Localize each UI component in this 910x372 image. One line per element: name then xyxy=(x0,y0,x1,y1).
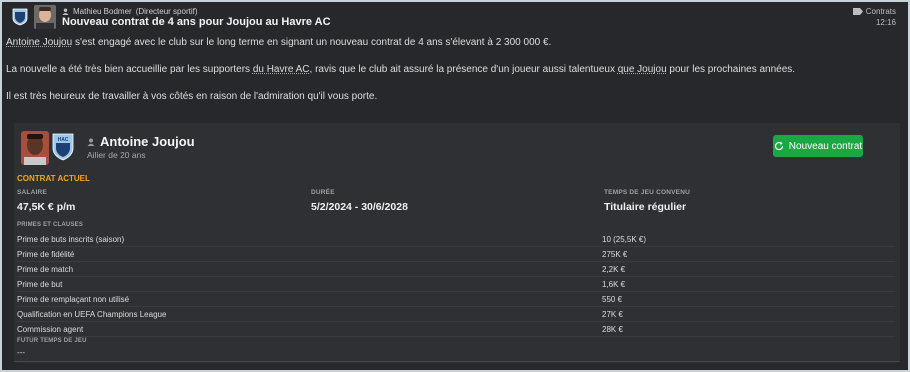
person-icon xyxy=(87,138,95,146)
table-row: Commission agent 28K € xyxy=(17,322,895,337)
table-row: Prime de buts inscrits (saison) 10 (25,5K… xyxy=(17,232,895,247)
table-row: Prime de remplaçant non utilisé 550 € xyxy=(17,292,895,307)
bonus-name: Qualification en UEFA Champions League xyxy=(17,309,167,319)
bonus-name: Commission agent xyxy=(17,324,84,334)
category-label: Contrats xyxy=(865,7,896,16)
bonuses-label: PRIMES ET CLAUSES xyxy=(17,222,84,228)
bonus-value: 550 € xyxy=(602,294,623,304)
p2-a: La nouvelle a été très bien accueillie p… xyxy=(6,64,253,75)
club-link[interactable]: du Havre AC xyxy=(253,64,310,75)
playtime-label: TEMPS DE JEU CONVENU xyxy=(604,189,690,196)
bonus-value: 28K € xyxy=(602,324,623,334)
player-row: HAC Antoine Joujou Ailier de 20 ans Nouv… xyxy=(14,123,900,173)
sender-role: (Directeur sportif) xyxy=(135,7,198,16)
duration-label: DURÉE xyxy=(311,189,335,196)
person-icon xyxy=(62,8,69,15)
message-subject: Nouveau contrat de 4 ans pour Joujou au … xyxy=(62,16,331,28)
paragraph-1: Antoine Joujou s'est engagé avec le club… xyxy=(6,36,896,49)
table-row: Prime de fidélité 275K € xyxy=(17,247,895,262)
new-contract-button[interactable]: Nouveau contrat xyxy=(773,135,863,157)
paragraph-3: Il est très heureux de travailler à vos … xyxy=(6,91,378,102)
current-contract-title: CONTRAT ACTUEL xyxy=(17,174,90,183)
table-row: Qualification en UEFA Champions League 27… xyxy=(17,307,895,322)
message-category[interactable]: Contrats xyxy=(852,7,896,16)
player-link-2[interactable]: que Joujou xyxy=(618,64,667,75)
player-position-age: Ailier de 20 ans xyxy=(87,150,146,160)
table-row: Prime de match 2,2K € xyxy=(17,262,895,277)
bonus-name: Prime de but xyxy=(17,279,63,289)
salary-label: SALAIRE xyxy=(17,189,47,196)
player-name-line: Antoine Joujou xyxy=(87,134,195,149)
message-body: Antoine Joujou s'est engagé avec le club… xyxy=(6,36,896,117)
bonus-value: 2,2K € xyxy=(602,264,626,274)
paragraph-2: La nouvelle a été très bien accueillie p… xyxy=(6,63,896,76)
divider xyxy=(14,361,900,362)
bonus-name: Prime de match xyxy=(17,264,74,274)
bonuses-table: Prime de buts inscrits (saison) 10 (25,5K… xyxy=(17,232,895,337)
sender-line: Mathieu Bodmer (Directeur sportif) xyxy=(62,7,198,16)
message-header: Mathieu Bodmer (Directeur sportif) Nouve… xyxy=(2,2,908,32)
future-playtime-value: --- xyxy=(17,348,25,357)
bonus-name: Prime de remplaçant non utilisé xyxy=(17,294,130,304)
bonus-name: Prime de fidélité xyxy=(17,249,75,259)
new-contract-label: Nouveau contrat xyxy=(788,140,863,152)
bonus-value: 1,6K € xyxy=(602,279,626,289)
tag-icon xyxy=(852,8,863,15)
message-time: 12:16 xyxy=(875,18,896,27)
player-name[interactable]: Antoine Joujou xyxy=(100,134,195,149)
player-avatar[interactable] xyxy=(21,131,49,165)
future-playtime-label: FUTUR TEMPS DE JEU xyxy=(17,338,87,344)
p1-rest: s'est engagé avec le club sur le long te… xyxy=(72,37,552,48)
crest-text: HAC xyxy=(58,137,69,143)
message-window: Mathieu Bodmer (Directeur sportif) Nouve… xyxy=(0,0,910,372)
bonus-value: 275K € xyxy=(602,249,628,259)
club-crest-icon[interactable]: HAC xyxy=(52,133,74,161)
club-badge-icon xyxy=(12,8,28,26)
duration-value: 5/2/2024 - 30/6/2028 xyxy=(311,201,408,213)
salary-value: 47,5K € p/m xyxy=(17,201,76,213)
sender-name[interactable]: Mathieu Bodmer xyxy=(73,7,132,16)
p2-b: , ravis que le club ait assuré la présen… xyxy=(309,64,618,75)
bonus-value: 27K € xyxy=(602,309,623,319)
contract-card: HAC Antoine Joujou Ailier de 20 ans Nouv… xyxy=(14,123,900,363)
player-link[interactable]: Antoine Joujou xyxy=(6,37,72,48)
playtime-value: Titulaire régulier xyxy=(604,201,687,213)
table-row: Prime de but 1,6K € xyxy=(17,277,895,292)
bonus-name: Prime de buts inscrits (saison) xyxy=(17,234,125,244)
refresh-icon xyxy=(774,141,783,151)
p2-c: pour les prochaines années. xyxy=(666,64,796,75)
bonus-value: 10 (25,5K €) xyxy=(602,234,647,244)
sender-avatar[interactable] xyxy=(34,5,56,29)
